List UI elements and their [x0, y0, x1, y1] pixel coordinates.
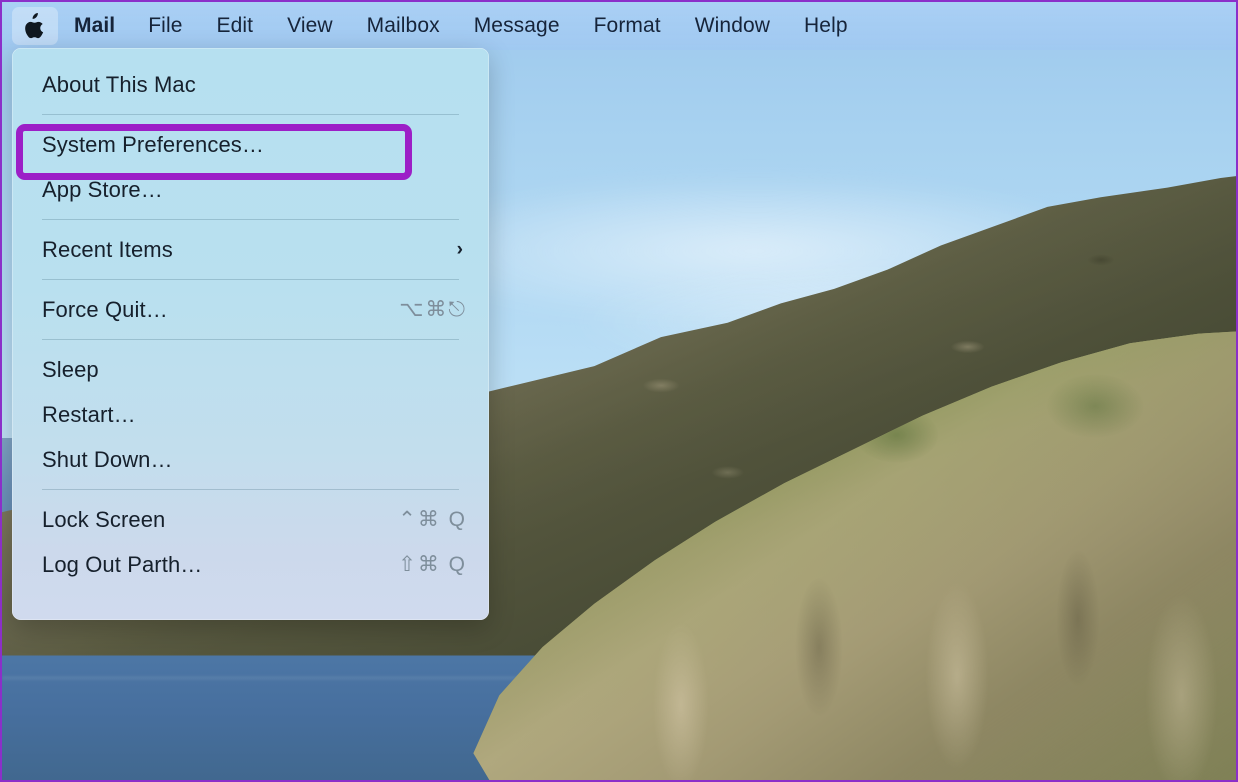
apple-logo-icon[interactable] — [12, 7, 58, 45]
menu-item-app-store[interactable]: App Store… — [12, 167, 489, 212]
menu-bar-item-file[interactable]: File — [131, 10, 199, 42]
menu-separator — [42, 114, 459, 115]
menu-separator — [42, 339, 459, 340]
menu-item-label: Log Out Parth… — [42, 551, 203, 577]
menu-item-log-out[interactable]: Log Out Parth… ⇧⌘ Q — [12, 542, 489, 587]
menu-bar-item-view[interactable]: View — [270, 10, 350, 42]
menu-bar-item-message[interactable]: Message — [457, 10, 577, 42]
chevron-right-icon: › — [456, 238, 463, 260]
menu-item-recent-items[interactable]: Recent Items › — [12, 227, 489, 272]
menu-item-label: App Store… — [42, 176, 163, 202]
menu-item-shortcut: ⌃⌘ Q — [398, 508, 467, 531]
menu-item-label: Shut Down… — [42, 446, 173, 472]
menu-item-label: Sleep — [42, 356, 99, 382]
menu-item-label: Force Quit… — [42, 296, 168, 322]
menu-item-restart[interactable]: Restart… — [12, 392, 489, 437]
menu-item-shortcut: ⇧⌘ Q — [398, 553, 467, 576]
menu-item-force-quit[interactable]: Force Quit… ⌥⌘⎋ — [12, 287, 489, 332]
menu-item-label: Lock Screen — [42, 506, 166, 532]
menu-separator — [42, 279, 459, 280]
menu-bar-item-mailbox[interactable]: Mailbox — [350, 10, 457, 42]
menu-item-shut-down[interactable]: Shut Down… — [12, 437, 489, 482]
menu-bar: Mail File Edit View Mailbox Message Form… — [2, 2, 1236, 50]
menu-item-about-this-mac[interactable]: About This Mac — [12, 62, 489, 107]
menu-bar-item-edit[interactable]: Edit — [200, 10, 271, 42]
menu-separator — [42, 489, 459, 490]
menu-item-label: Restart… — [42, 401, 136, 427]
macos-desktop-screen: Mail File Edit View Mailbox Message Form… — [0, 0, 1238, 782]
apple-menu-dropdown: About This Mac System Preferences… App S… — [12, 48, 489, 620]
menu-separator — [42, 219, 459, 220]
menu-item-system-preferences[interactable]: System Preferences… — [12, 122, 489, 167]
menu-item-label: About This Mac — [42, 71, 196, 97]
menu-bar-item-help[interactable]: Help — [787, 10, 865, 42]
menu-item-lock-screen[interactable]: Lock Screen ⌃⌘ Q — [12, 497, 489, 542]
menu-bar-item-window[interactable]: Window — [678, 10, 787, 42]
menu-bar-item-format[interactable]: Format — [577, 10, 678, 42]
menu-bar-item-mail[interactable]: Mail — [60, 10, 131, 42]
menu-item-sleep[interactable]: Sleep — [12, 347, 489, 392]
menu-item-shortcut: ⌥⌘⎋ — [399, 298, 467, 321]
menu-item-label: System Preferences… — [42, 131, 264, 157]
menu-item-label: Recent Items — [42, 236, 173, 262]
